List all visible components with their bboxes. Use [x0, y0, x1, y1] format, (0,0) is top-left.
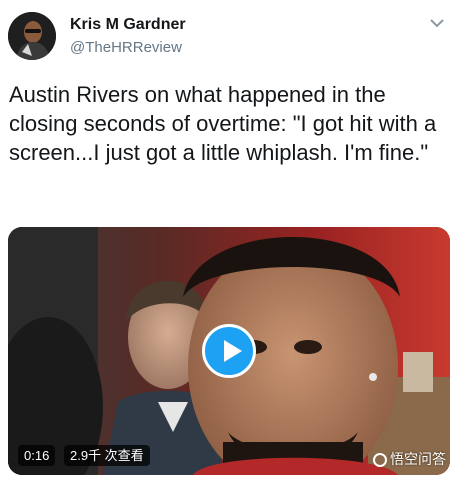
wukong-logo-icon [373, 453, 387, 467]
person-avatar-icon [8, 12, 56, 60]
video-duration: 0:16 [18, 445, 56, 466]
author-display-name[interactable]: Kris M Gardner [70, 16, 186, 34]
chevron-down-icon[interactable] [428, 16, 446, 30]
author-avatar[interactable] [8, 12, 56, 60]
author-handle[interactable]: @TheHRReview [70, 39, 182, 56]
play-button[interactable] [202, 324, 256, 378]
video-view-count: 2.9千 次查看 [64, 445, 150, 466]
tweet-text: Austin Rivers on what happened in the cl… [9, 82, 437, 165]
play-icon [224, 340, 242, 362]
watermark: 悟空问答 [373, 449, 446, 469]
tweet-video[interactable]: 0:16 2.9千 次查看 悟空问答 [8, 227, 450, 475]
tweet-header: Kris M Gardner @TheHRReview [0, 0, 458, 72]
watermark-text: 悟空问答 [390, 451, 446, 467]
